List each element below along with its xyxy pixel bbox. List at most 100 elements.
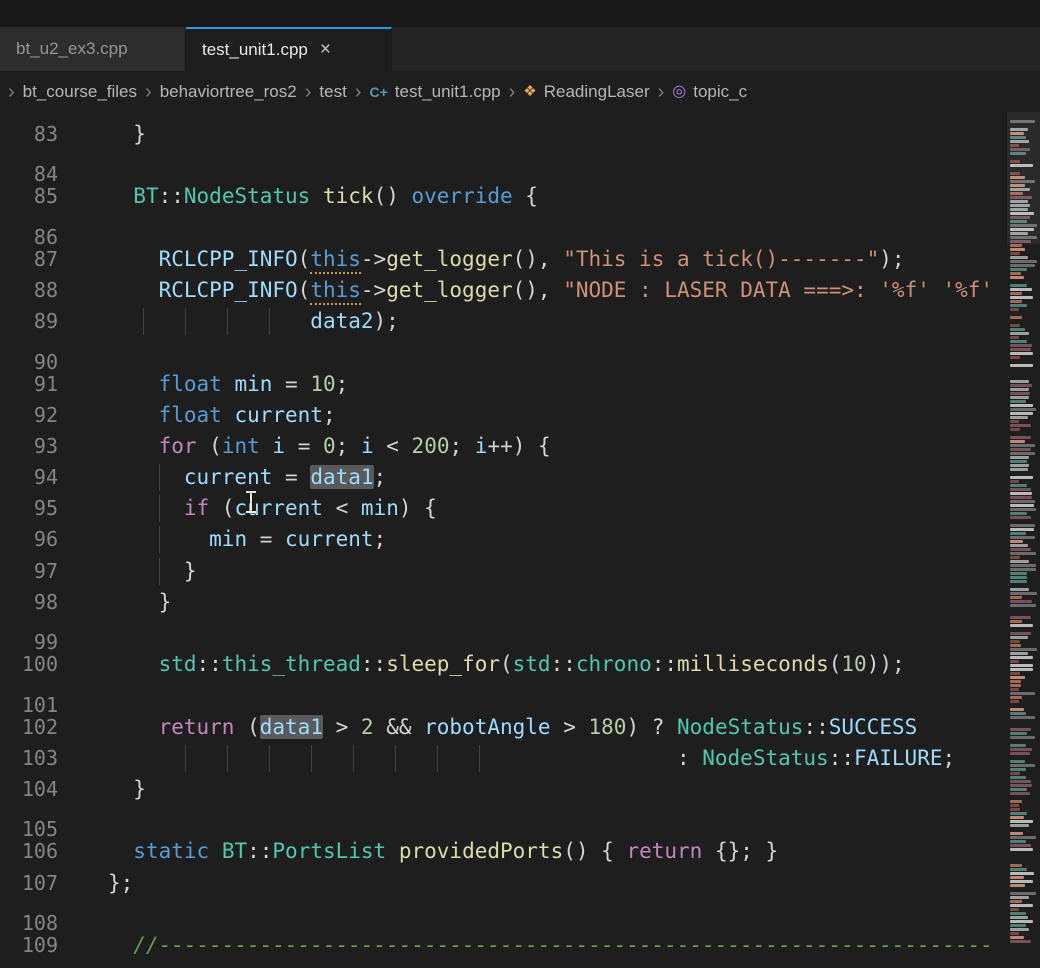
code-text: std::this_thread::sleep_for(std::chrono:… (108, 649, 905, 680)
code-text: float current; (108, 400, 336, 431)
line-number[interactable]: 102 (0, 712, 58, 743)
tab-label: test_unit1.cpp (202, 40, 308, 60)
code-text: //--------------------------------------… (108, 930, 993, 961)
code-line[interactable]: 108 (0, 899, 1040, 930)
window-titlebar (0, 0, 1040, 27)
code-text: : NodeStatus::FAILURE; (108, 743, 955, 774)
chevron-icon: › (349, 82, 368, 102)
indent-guide (395, 745, 396, 772)
code-line[interactable]: 106 static BT::PortsList providedPorts()… (0, 836, 1040, 867)
indent-guide (437, 745, 438, 772)
chevron-icon: › (503, 82, 522, 102)
code-text: RCLCPP_INFO(this->get_logger(), "This is… (108, 244, 905, 275)
line-number[interactable]: 100 (0, 649, 58, 680)
line-number[interactable]: 95 (0, 493, 58, 524)
line-number[interactable]: 92 (0, 400, 58, 431)
code-text: min = current; (108, 524, 386, 555)
indent-guide (159, 558, 160, 585)
code-line[interactable]: 84 (0, 150, 1040, 181)
tab-bt-u2-ex3[interactable]: bt_u2_ex3.cpp (0, 27, 186, 71)
breadcrumb-item-bt-course-files[interactable]: bt_course_files (21, 82, 139, 102)
indent-guide (159, 464, 160, 491)
line-number[interactable]: 91 (0, 369, 58, 400)
indent-guide (269, 745, 270, 772)
code-line[interactable]: 88 RCLCPP_INFO(this->get_logger(), "NODE… (0, 275, 1040, 306)
code-text: BT::NodeStatus tick() override { (108, 181, 538, 212)
minimap-slider[interactable] (1007, 112, 1040, 244)
breadcrumb-item-behaviortree-ros2[interactable]: behaviortree_ros2 (158, 82, 299, 102)
code-text: RCLCPP_INFO(this->get_logger(), "NODE : … (108, 275, 993, 306)
breadcrumb-item-file[interactable]: C+ test_unit1.cpp (367, 82, 502, 102)
code-line[interactable]: 90 (0, 337, 1040, 368)
indent-guide (311, 745, 312, 772)
line-number[interactable]: 93 (0, 431, 58, 462)
code-line[interactable]: 104 } (0, 774, 1040, 805)
line-number[interactable]: 109 (0, 930, 58, 961)
line-number[interactable]: 104 (0, 774, 58, 805)
chevron-icon: › (2, 82, 21, 102)
breadcrumb-item-test[interactable]: test (317, 82, 348, 102)
indent-guide (185, 745, 186, 772)
code-line[interactable]: 85 BT::NodeStatus tick() override { (0, 181, 1040, 212)
code-line[interactable]: 103 : NodeStatus::FAILURE; (0, 743, 1040, 774)
indent-guide (185, 308, 186, 335)
line-number[interactable]: 83 (0, 119, 58, 150)
line-number[interactable]: 107 (0, 868, 58, 899)
line-number[interactable]: 89 (0, 306, 58, 337)
code-text: float min = 10; (108, 369, 348, 400)
code-line[interactable]: 96 min = current; (0, 524, 1040, 555)
close-icon[interactable]: × (320, 39, 331, 61)
breadcrumb-item-topic[interactable]: ◎ topic_c (670, 82, 749, 102)
code-line[interactable]: 98 } (0, 587, 1040, 618)
code-line[interactable]: 97 } (0, 556, 1040, 587)
line-number[interactable]: 103 (0, 743, 58, 774)
line-number[interactable]: 94 (0, 462, 58, 493)
indent-guide (159, 495, 160, 522)
code-text: } (108, 119, 146, 150)
code-text: } (108, 774, 146, 805)
code-line[interactable]: 92 float current; (0, 400, 1040, 431)
code-text: } (108, 587, 171, 618)
indent-guide (143, 308, 144, 335)
code-text: if (current < min) { (108, 493, 437, 524)
editor[interactable]: 83 }8485 BT::NodeStatus tick() override … (0, 112, 1040, 968)
code-text: for (int i = 0; i < 200; i++) { (108, 431, 551, 462)
code-text: }; (108, 868, 133, 899)
indent-guide (227, 308, 228, 335)
code-line[interactable]: 95 if (current < min) { (0, 493, 1040, 524)
code-line[interactable]: 99 (0, 618, 1040, 649)
code-line[interactable]: 100 std::this_thread::sleep_for(std::chr… (0, 649, 1040, 680)
code-line[interactable]: 107}; (0, 868, 1040, 899)
code-line[interactable]: 87 RCLCPP_INFO(this->get_logger(), "This… (0, 244, 1040, 275)
indent-guide (353, 745, 354, 772)
minimap[interactable] (1007, 112, 1040, 968)
code-line[interactable]: 105 (0, 805, 1040, 836)
line-number[interactable]: 88 (0, 275, 58, 306)
line-number[interactable]: 87 (0, 244, 58, 275)
indent-guide (269, 308, 270, 335)
code-line[interactable]: 83 } (0, 119, 1040, 150)
code-line[interactable]: 94 current = data1; (0, 462, 1040, 493)
line-number[interactable]: 85 (0, 181, 58, 212)
code-text: return (data1 > 2 && robotAngle > 180) ?… (108, 712, 917, 743)
code-line[interactable]: 89 data2); (0, 306, 1040, 337)
method-symbol-icon: ◎ (672, 84, 686, 100)
indent-guide (227, 745, 228, 772)
line-number[interactable]: 96 (0, 524, 58, 555)
code-line[interactable]: 91 float min = 10; (0, 369, 1040, 400)
code-text: current = data1; (108, 462, 386, 493)
code-line[interactable]: 109 //----------------------------------… (0, 930, 1040, 961)
code-line[interactable]: 102 return (data1 > 2 && robotAngle > 18… (0, 712, 1040, 743)
code-text: data2); (108, 306, 399, 337)
line-number[interactable]: 106 (0, 836, 58, 867)
code-line[interactable]: 93 for (int i = 0; i < 200; i++) { (0, 431, 1040, 462)
code-text: static BT::PortsList providedPorts() { r… (108, 836, 778, 867)
cpp-file-icon: C+ (369, 85, 387, 99)
tab-test-unit1[interactable]: test_unit1.cpp × (186, 27, 392, 71)
class-symbol-icon: ❖ (523, 84, 536, 99)
code-line[interactable]: 86 (0, 213, 1040, 244)
line-number[interactable]: 97 (0, 556, 58, 587)
line-number[interactable]: 98 (0, 587, 58, 618)
code-line[interactable]: 101 (0, 680, 1040, 711)
breadcrumb-item-readinglaser[interactable]: ❖ ReadingLaser (521, 82, 651, 102)
